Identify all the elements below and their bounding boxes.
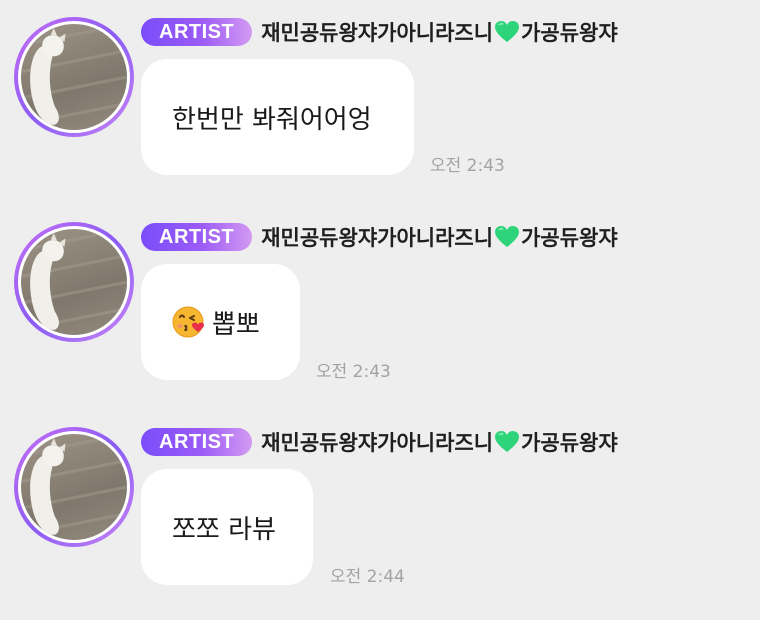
sender-name-prefix: 재민공듀왕쟈가아니라즈니 — [261, 226, 494, 250]
green-heart-icon — [494, 225, 520, 249]
message-text: 쪼쪼 라뷰 — [172, 514, 276, 545]
sender-name-suffix: 가공듀왕쟈 — [521, 431, 618, 455]
avatar[interactable] — [14, 427, 134, 547]
chat-message: ARTIST 재민공듀왕쟈가아니라즈니 가공듀왕쟈 쪼쪼 라뷰 오전 2:44 — [0, 0, 760, 587]
message-time: 오전 2:43 — [316, 362, 391, 382]
message-text: 뽑뽀 — [212, 309, 260, 340]
avatar-photo — [18, 226, 130, 338]
sender-name-prefix: 재민공듀왕쟈가아니라즈니 — [261, 431, 494, 455]
message-time: 오전 2:44 — [330, 567, 405, 587]
message-bubble[interactable]: 쪼쪼 라뷰 — [141, 469, 313, 585]
green-heart-icon — [494, 430, 520, 454]
sender-header: ARTIST 재민공듀왕쟈가아니라즈니 가공듀왕쟈 — [141, 222, 618, 252]
sender-name-suffix: 가공듀왕쟈 — [521, 226, 618, 250]
artist-badge: ARTIST — [141, 428, 253, 456]
sender-header: ARTIST 재민공듀왕쟈가아니라즈니 가공듀왕쟈 — [141, 427, 618, 457]
avatar-photo — [18, 431, 130, 543]
message-bubble[interactable]: 뽑뽀 — [141, 264, 300, 380]
artist-badge: ARTIST — [141, 223, 253, 251]
sender-name[interactable]: 재민공듀왕쟈가아니라즈니 가공듀왕쟈 — [261, 222, 618, 252]
cat-photo-icon — [21, 229, 127, 332]
kissing-face-blowing-heart-icon — [172, 305, 206, 339]
cat-photo-icon — [21, 434, 127, 537]
avatar[interactable] — [14, 222, 134, 342]
sender-name[interactable]: 재민공듀왕쟈가아니라즈니 가공듀왕쟈 — [261, 427, 618, 457]
